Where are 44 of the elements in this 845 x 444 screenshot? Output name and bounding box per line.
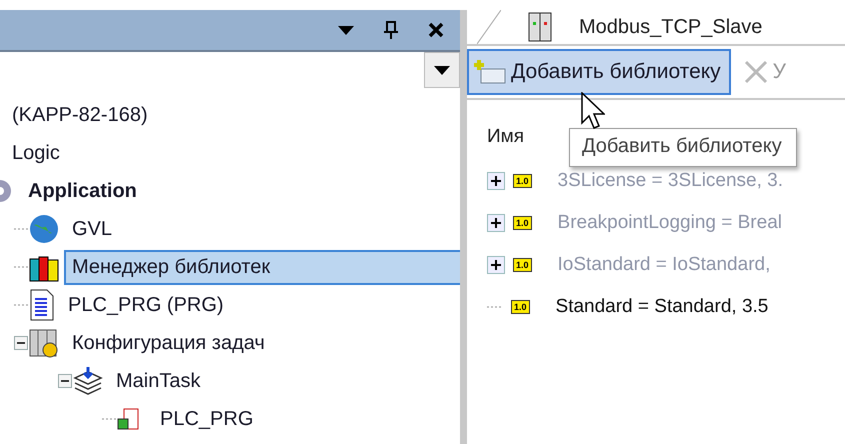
tree-item[interactable]: (KAPP-82-168) — [4, 98, 156, 132]
tree-connector — [14, 228, 28, 230]
dropdown-button[interactable] — [424, 52, 460, 88]
tree-item[interactable]: MainTask — [108, 364, 208, 398]
tree-item[interactable]: Application — [20, 174, 145, 208]
version-badge: 1.0 — [513, 174, 532, 188]
library-item[interactable]: Standard = Standard, 3.5 — [556, 296, 768, 318]
expand-toggle[interactable] — [487, 256, 505, 274]
mouse-pointer-icon — [581, 92, 605, 130]
plus-icon — [491, 176, 501, 186]
expand-toggle[interactable] — [487, 172, 505, 190]
tab-title[interactable]: Modbus_TCP_Slave — [579, 16, 762, 38]
column-header[interactable]: Имя — [487, 126, 524, 148]
tree-item[interactable]: GVL — [64, 212, 120, 246]
tree-item[interactable]: Logic — [4, 136, 68, 170]
tree-item[interactable]: PLC_PRG (PRG) — [60, 288, 232, 322]
tree-connector — [102, 418, 116, 420]
collapse-toggle[interactable] — [14, 336, 28, 350]
version-badge: 1.0 — [513, 216, 532, 230]
device-icon — [527, 12, 553, 42]
delete-icon — [742, 59, 769, 85]
plus-icon — [491, 218, 501, 228]
close-icon[interactable] — [428, 22, 444, 38]
plus-icon — [491, 260, 501, 270]
dropdown-arrow-icon[interactable] — [338, 26, 354, 34]
tree-connector — [14, 266, 28, 268]
add-library-icon — [473, 59, 507, 85]
stack-icon — [72, 365, 104, 397]
tree-item[interactable]: Конфигурация задач — [64, 326, 273, 360]
tree-item[interactable]: Менеджер библиотек — [64, 250, 460, 284]
dropdown-arrow-icon — [434, 66, 450, 74]
tree-connector — [14, 304, 28, 306]
globe-icon — [28, 213, 60, 245]
version-badge: 1.0 — [513, 258, 532, 272]
expand-toggle[interactable] — [487, 214, 505, 232]
collapse-toggle[interactable] — [58, 374, 72, 388]
version-badge: 1.0 — [511, 300, 530, 314]
tab-slant-line — [477, 10, 501, 44]
tooltip: Добавить библиотеку — [569, 128, 797, 167]
document-icon — [28, 289, 56, 321]
add-library-button[interactable]: Добавить библиотеку — [467, 49, 731, 95]
cabinet-gear-icon — [28, 327, 60, 359]
tree-item[interactable]: PLC_PRG — [152, 402, 262, 436]
pin-icon[interactable] — [384, 21, 398, 39]
